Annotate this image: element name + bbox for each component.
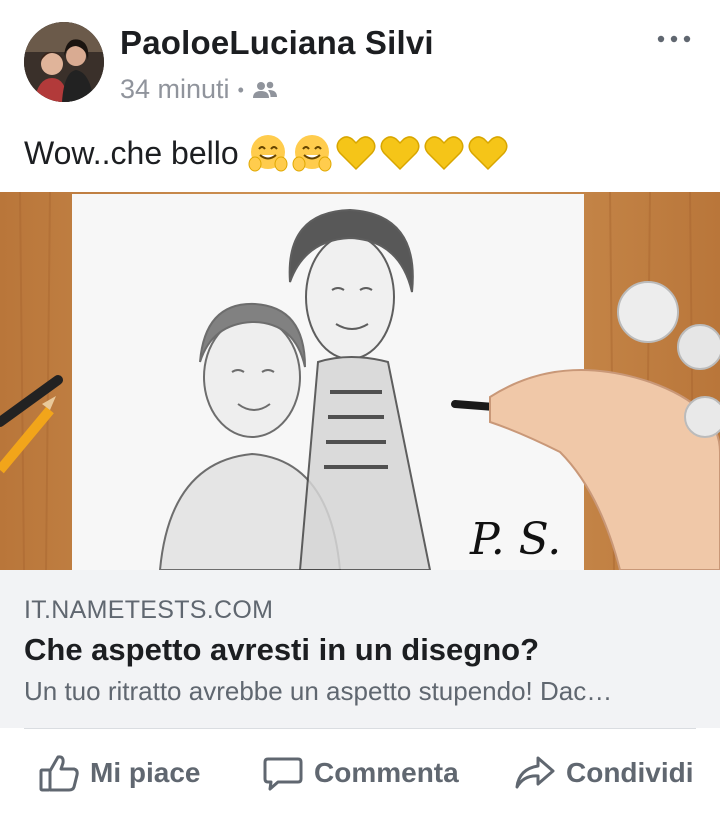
like-button[interactable]: Mi piace [38,750,200,796]
emoji-row [247,132,509,174]
link-description: Un tuo ritratto avrebbe un aspetto stupe… [24,676,613,706]
more-options-button[interactable] [654,24,694,54]
like-label: Mi piace [90,757,201,788]
link-domain: IT.NAMETESTS.COM [24,596,274,624]
comment-icon [263,757,303,791]
yellow-heart-emoji [424,136,464,171]
action-bar: Mi piace Commenta Condividi [0,730,720,815]
thumbs-up-icon [39,755,79,792]
comment-button[interactable]: Commenta [262,750,459,796]
avatar[interactable] [24,22,104,102]
link-title[interactable]: Che aspetto avresti in un disegno? [24,632,539,668]
yellow-heart-emoji [336,136,376,171]
share-button[interactable]: Condividi [514,750,694,796]
meta-separator: • [237,79,244,100]
share-icon [515,756,555,789]
link-preview-card[interactable]: P. S. IT.NAMETESTS.COM Che aspetto avres… [0,192,720,728]
author-name[interactable]: PaoloeLuciana Silvi [120,24,434,62]
actions-divider [24,728,696,729]
link-info[interactable]: IT.NAMETESTS.COM Che aspetto avresti in … [0,570,720,728]
share-label: Condividi [566,757,694,788]
post-meta: 34 minuti • [120,74,278,105]
hugging-face-emoji [248,135,288,172]
yellow-heart-emoji [468,136,508,171]
avatar-photo [24,22,104,102]
more-icon [657,35,691,43]
comment-label: Commenta [314,757,459,788]
link-preview-image[interactable]: P. S. [0,192,720,570]
hugging-face-emoji [292,135,332,172]
sketch-signature: P. S. [469,514,561,565]
post-header: PaoloeLuciana Silvi 34 minuti • [0,0,720,118]
post-message: Wow..che bello [24,134,239,171]
yellow-heart-emoji [380,136,420,171]
post-text: Wow..che bello [24,132,509,174]
friends-icon[interactable] [252,80,278,100]
post-timestamp[interactable]: 34 minuti [120,74,230,105]
